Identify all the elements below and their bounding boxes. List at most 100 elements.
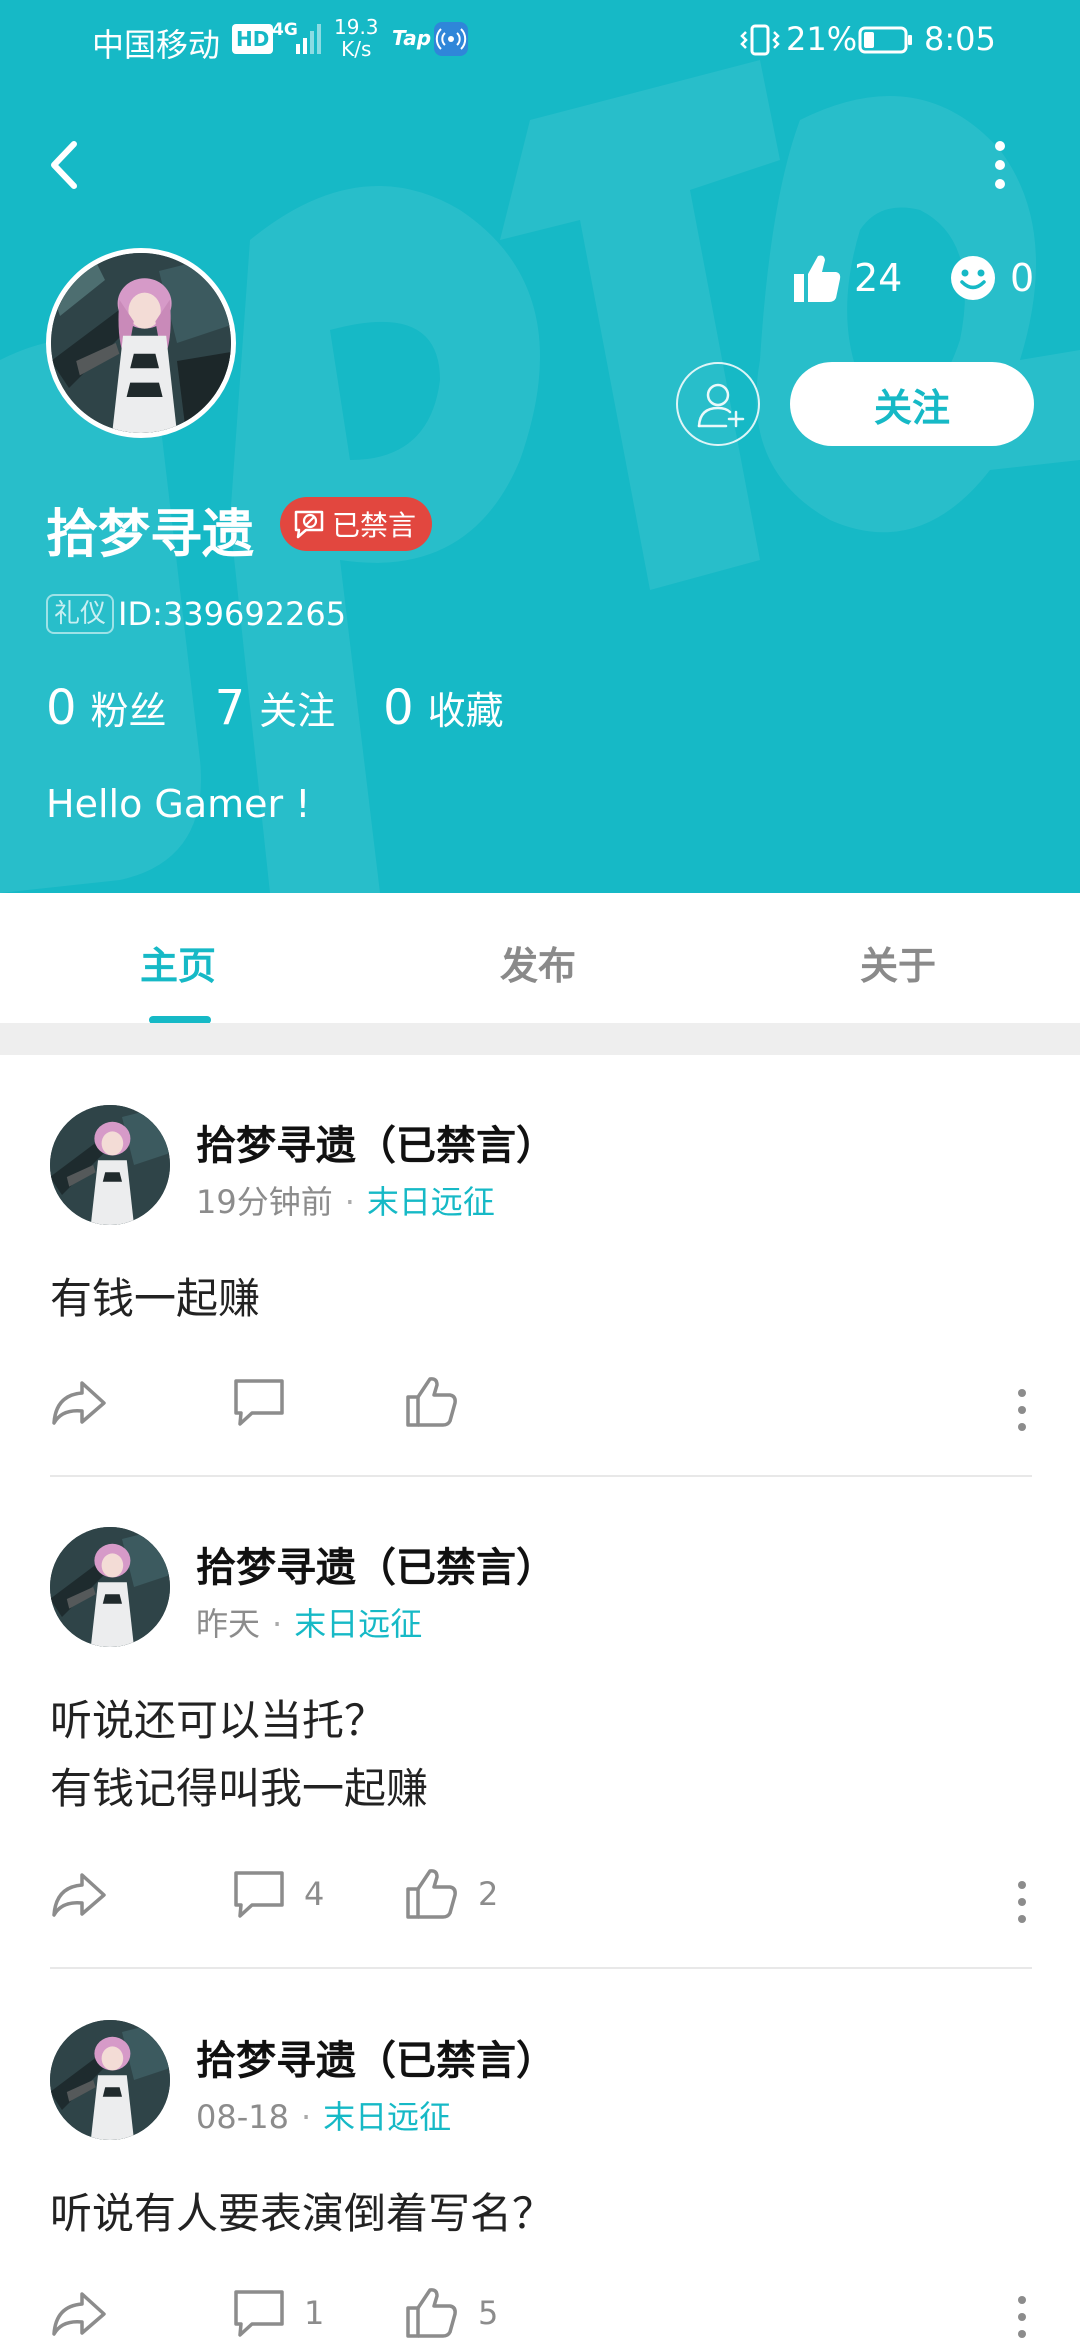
like-count: 5 <box>478 2294 499 2332</box>
feed-post[interactable]: 拾梦寻遗（已禁言） 08-18 · 末日远征 听说有人要表演倒着写名？ 1 5 <box>0 1970 1080 2340</box>
post-meta: 19分钟前 · 末日远征 <box>196 1177 495 1223</box>
post-avatar[interactable] <box>50 2020 170 2140</box>
vibrate-icon <box>740 24 780 56</box>
meta-separator: · <box>272 1605 283 1643</box>
user-id: ID:339692265 <box>118 595 347 633</box>
received-likes: 24 <box>792 248 902 308</box>
post-content[interactable]: 听说有人要表演倒着写名？ <box>50 2180 554 2248</box>
hotspot-icon <box>434 22 468 56</box>
post-text-line: 听说还可以当托？ <box>50 1696 387 1745</box>
thumbs-up-icon <box>406 2288 457 2338</box>
hd-badge: HD <box>232 24 274 54</box>
thumbs-up-icon <box>794 255 841 302</box>
etiquette-tag[interactable]: 礼仪 <box>46 594 115 634</box>
profile-header: 中国移动 HD 4G 19.3 K/s Tap 21% 8:05 24 0 关注… <box>0 0 1080 893</box>
tab-about[interactable]: 关于 <box>860 935 936 990</box>
more-vertical-icon[interactable] <box>1010 1385 1034 1435</box>
profile-name: 拾梦寻遗 <box>46 505 255 565</box>
add-user-icon <box>697 383 745 428</box>
post-avatar[interactable] <box>50 1105 170 1225</box>
post-author[interactable]: 拾梦寻遗（已禁言） <box>196 2028 556 2086</box>
post-game-link[interactable]: 末日远征 <box>294 1605 422 1643</box>
post-avatar[interactable] <box>50 1527 170 1647</box>
signal-icon <box>296 24 321 54</box>
thumbs-up-icon <box>406 1869 457 1919</box>
tab-home[interactable]: 主页 <box>140 935 216 990</box>
thumbs-up-icon <box>406 1377 457 1427</box>
more-vertical-icon[interactable] <box>976 130 1024 200</box>
meta-separator: · <box>300 2098 312 2136</box>
comment-icon <box>234 1379 284 1426</box>
post-time: 19分钟前 <box>196 1183 333 1221</box>
like-button[interactable] <box>404 1375 478 1429</box>
likes-count: 24 <box>854 256 903 300</box>
post-author[interactable]: 拾梦寻遗（已禁言） <box>196 1113 556 1171</box>
post-content[interactable]: 听说还可以当托？ 有钱记得叫我一起赚 <box>50 1687 428 1823</box>
post-text-line: 听说有人要表演倒着写名？ <box>50 2189 555 2238</box>
comment-icon <box>234 2290 284 2337</box>
profile-tabs: 主页 发布 关于 <box>0 893 1080 1023</box>
favorites-count[interactable]: 0 <box>383 680 414 736</box>
speed-unit: K/s <box>341 37 372 61</box>
like-button[interactable]: 5 <box>404 2286 498 2340</box>
muted-badge-label: 已禁言 <box>332 509 417 542</box>
smiley-icon <box>951 256 995 300</box>
like-button[interactable]: 2 <box>404 1867 498 1921</box>
feed-post[interactable]: 拾梦寻遗（已禁言） 昨天 · 末日远征 听说还可以当托？ 有钱记得叫我一起赚 4 2 <box>0 1477 1080 1969</box>
share-button[interactable] <box>50 1375 108 1429</box>
battery-icon <box>858 26 912 54</box>
share-button[interactable] <box>50 1867 108 1921</box>
post-meta: 昨天 · 末日远征 <box>196 1599 422 1645</box>
comment-count: 4 <box>304 1875 325 1913</box>
like-count: 2 <box>478 1875 499 1913</box>
muted-badge: 已禁言 <box>280 497 433 551</box>
fans-label[interactable]: 粉丝 <box>91 680 167 735</box>
profile-stats: 0 粉丝 7 关注 0 收藏 <box>46 680 552 736</box>
comment-button[interactable] <box>230 1375 304 1429</box>
post-author[interactable]: 拾梦寻遗（已禁言） <box>196 1535 556 1593</box>
share-icon <box>52 2292 106 2336</box>
post-time: 昨天 <box>196 1605 261 1643</box>
comment-button[interactable]: 1 <box>230 2286 324 2340</box>
section-divider <box>0 1023 1080 1055</box>
following-count[interactable]: 7 <box>215 680 246 736</box>
following-label[interactable]: 关注 <box>259 680 335 735</box>
more-vertical-icon[interactable] <box>1010 1877 1034 1927</box>
favorites-label[interactable]: 收藏 <box>428 680 504 735</box>
comment-button[interactable]: 4 <box>230 1867 324 1921</box>
post-game-link[interactable]: 末日远征 <box>367 1183 495 1221</box>
meta-separator: · <box>344 1183 355 1221</box>
tap-app-indicator: Tap <box>392 26 432 50</box>
post-content[interactable]: 有钱一起赚 <box>50 1265 260 1333</box>
add-friend-button[interactable] <box>676 362 760 446</box>
avatar-illustration <box>50 1105 170 1225</box>
post-divider <box>50 1967 1032 1969</box>
comment-icon <box>234 1871 284 1918</box>
post-text-line: 有钱一起赚 <box>50 1274 261 1323</box>
network-speed: 19.3 K/s <box>334 16 379 60</box>
speed-value: 19.3 <box>334 15 379 39</box>
status-bar: 中国移动 HD 4G 19.3 K/s Tap 21% 8:05 <box>0 0 1080 80</box>
battery-percent: 21% <box>786 20 858 58</box>
avatar[interactable] <box>46 248 236 438</box>
follow-button[interactable]: 关注 <box>790 362 1034 446</box>
user-id-row: 礼仪 ID:339692265 <box>46 594 346 634</box>
share-icon <box>52 1873 106 1917</box>
share-icon <box>52 1381 106 1425</box>
post-meta: 08-18 · 末日远征 <box>196 2092 451 2138</box>
reactions-count: 0 <box>1010 256 1035 300</box>
more-vertical-icon[interactable] <box>1010 2292 1034 2340</box>
share-button[interactable] <box>50 2286 108 2340</box>
feed-post[interactable]: 拾梦寻遗（已禁言） 19分钟前 · 末日远征 有钱一起赚 <box>0 1055 1080 1477</box>
avatar-illustration <box>50 2020 170 2140</box>
carrier-name: 中国移动 <box>92 26 221 64</box>
avatar-illustration <box>51 253 231 433</box>
post-time: 08-18 <box>196 2098 289 2136</box>
tab-posts[interactable]: 发布 <box>500 935 576 990</box>
comment-count: 1 <box>304 2294 325 2332</box>
clock: 8:05 <box>924 20 996 58</box>
fans-count[interactable]: 0 <box>46 680 77 736</box>
chevron-left-icon[interactable] <box>40 130 90 200</box>
profile-bio: Hello Gamer ! <box>46 782 311 826</box>
post-game-link[interactable]: 末日远征 <box>323 2098 451 2136</box>
